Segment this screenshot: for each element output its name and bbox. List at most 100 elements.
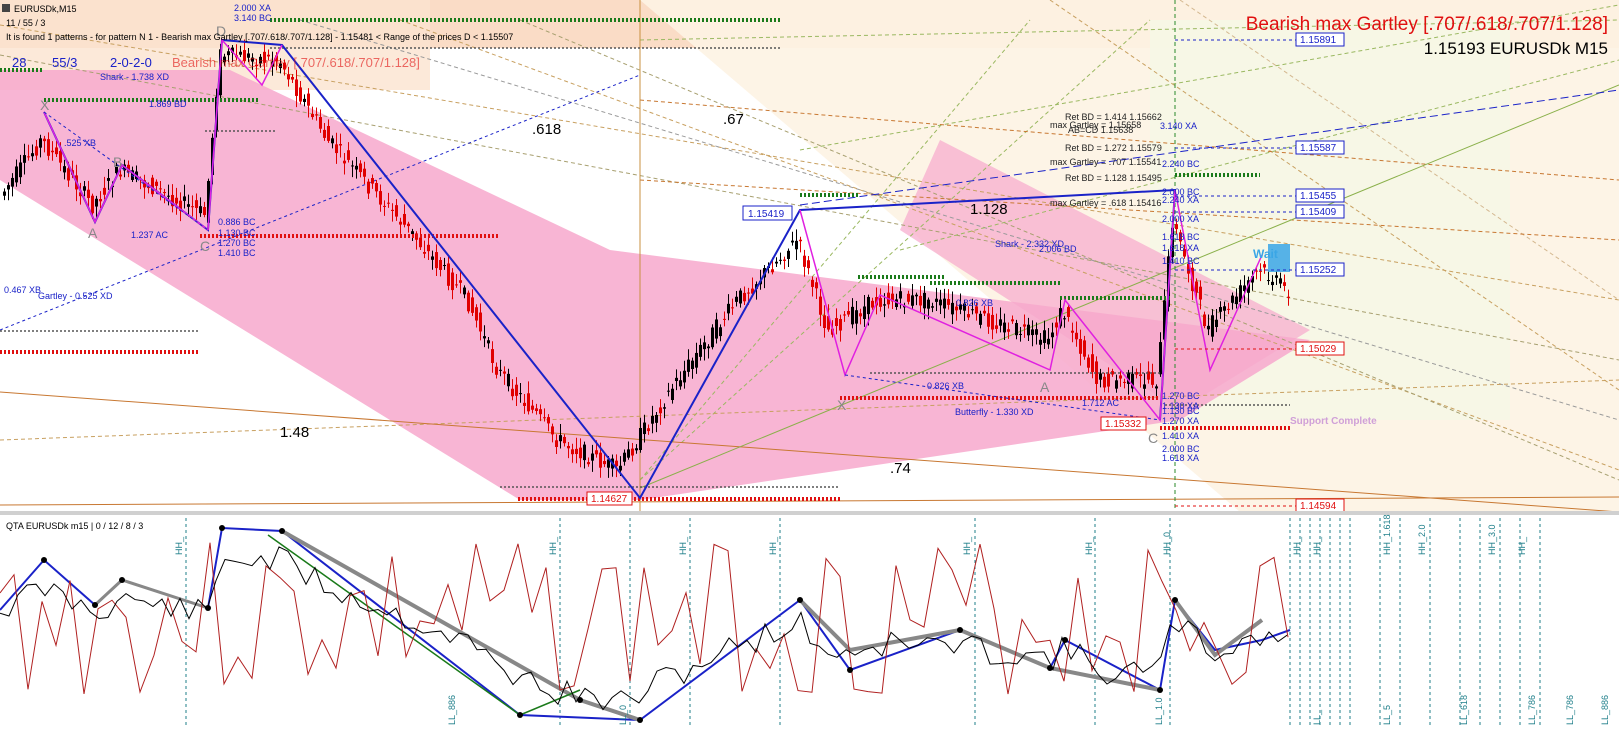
- candle-body: [847, 311, 850, 315]
- candle-body: [1215, 319, 1218, 328]
- candle-body: [679, 380, 682, 387]
- candle-body: [467, 292, 470, 312]
- candle-body: [1091, 354, 1094, 372]
- candle-body: [55, 147, 58, 155]
- candle-body: [23, 155, 26, 163]
- candle-body: [39, 138, 42, 148]
- candle-body: [815, 282, 818, 289]
- candle-body: [575, 448, 578, 455]
- candle-body: [471, 297, 474, 313]
- candle-body: [647, 428, 650, 432]
- indicator-pivot-dot: [957, 627, 963, 633]
- candle-body: [515, 384, 518, 396]
- candle-body: [539, 409, 542, 415]
- candle-body: [1027, 324, 1030, 336]
- hh-label: HH_: [678, 536, 688, 555]
- candle-body: [1063, 318, 1066, 320]
- candle-body: [1051, 332, 1054, 338]
- indicator-pivot-dot: [205, 605, 211, 611]
- indicator-pivot-dot: [219, 525, 225, 531]
- candle-body: [627, 449, 630, 458]
- candle-body: [327, 126, 330, 141]
- indicator-pivot-dot: [92, 602, 98, 608]
- candle-body: [1271, 281, 1274, 286]
- candle-body: [523, 402, 526, 406]
- candle-body: [1123, 381, 1126, 383]
- candle-body: [1207, 325, 1210, 330]
- candle-body: [795, 240, 798, 250]
- candle-body: [591, 453, 594, 461]
- candle-body: [1007, 329, 1010, 332]
- symbol-tab-icon[interactable]: [2, 4, 10, 12]
- candle-body: [507, 373, 510, 387]
- candle-body: [1231, 295, 1234, 303]
- candle-body: [671, 388, 674, 401]
- candle-body: [11, 177, 14, 187]
- candle-body: [923, 292, 926, 309]
- ann-bc-1130b: 1.130 BC: [1162, 406, 1200, 416]
- candle-body: [335, 144, 338, 154]
- candle-body: [359, 163, 362, 173]
- candle-body: [915, 294, 918, 297]
- candle-body: [1031, 329, 1034, 336]
- candle-body: [527, 393, 530, 412]
- ann-bc-1270b: 1.270 BC: [1162, 391, 1200, 401]
- candle-body: [195, 200, 198, 208]
- hh-label: HH_: [174, 536, 184, 555]
- candle-body: [483, 336, 486, 339]
- candle-body: [1047, 338, 1050, 345]
- candle-body: [551, 426, 554, 435]
- candle-body: [311, 113, 314, 118]
- candle-body: [1275, 275, 1278, 278]
- candle-body: [1219, 307, 1222, 312]
- candle-body: [571, 449, 574, 455]
- candle-body: [1283, 282, 1286, 286]
- ann-ac-1712: 1.712 AC: [1082, 398, 1120, 408]
- point-a1: A: [88, 225, 98, 241]
- candle-body: [811, 279, 814, 287]
- candle-body: [623, 452, 626, 462]
- ann-xa-2000: 2.000 XA: [234, 3, 271, 13]
- candle-body: [31, 153, 34, 157]
- candle-body: [771, 269, 774, 273]
- point-c2: C: [1148, 430, 1158, 446]
- candle-body: [843, 314, 846, 316]
- candle-body: [395, 205, 398, 217]
- ll-label: LL_786: [1565, 695, 1575, 725]
- candle-body: [1223, 306, 1226, 311]
- ll-label: LL_886: [1600, 695, 1610, 725]
- candle-body: [695, 352, 698, 368]
- indicator-pivot-dot: [637, 717, 643, 723]
- panel-divider[interactable]: [0, 511, 1619, 515]
- candle-body: [295, 79, 298, 96]
- candle-body: [1075, 332, 1078, 340]
- price-label-text: 1.15252: [1300, 265, 1337, 276]
- ann-bc-1130: 1.130 BC: [218, 228, 256, 238]
- candle-body: [299, 87, 302, 102]
- candle-body: [107, 178, 110, 181]
- candle-body: [63, 166, 66, 173]
- ann-xb-467: 0.467 XB: [4, 285, 41, 295]
- ll-label: LL_786: [1527, 695, 1537, 725]
- ann-bc-3140: 3.140 BC: [234, 13, 272, 23]
- ll-label: LL_1.0: [1154, 697, 1164, 725]
- candle-body: [443, 265, 446, 267]
- candle-body: [363, 168, 366, 177]
- indicator-pivot-dot: [1047, 665, 1053, 671]
- price-label-text: 1.15409: [1300, 207, 1337, 218]
- candle-body: [1279, 278, 1282, 284]
- candle-body: [1235, 296, 1238, 305]
- candle-body: [1259, 270, 1262, 272]
- candle-body: [451, 272, 454, 291]
- candle-body: [683, 370, 686, 383]
- candle-body: [459, 280, 462, 283]
- candle-body: [635, 448, 638, 451]
- ann-bc-1410: 1.410 BC: [218, 248, 256, 258]
- price-chart-panel[interactable]: .618 .67 1.128 1.48 .74 X A B C D X A C …: [0, 0, 1619, 732]
- price-symbol: 1.15193 EURUSDk M15: [1424, 39, 1608, 58]
- symbol-tab[interactable]: EURUSDk,M15: [14, 4, 77, 14]
- ann-xb-mid: 0.826 XB: [956, 298, 993, 308]
- hh-label: HH_: [768, 536, 778, 555]
- candle-body: [867, 296, 870, 315]
- candle-body: [535, 408, 538, 412]
